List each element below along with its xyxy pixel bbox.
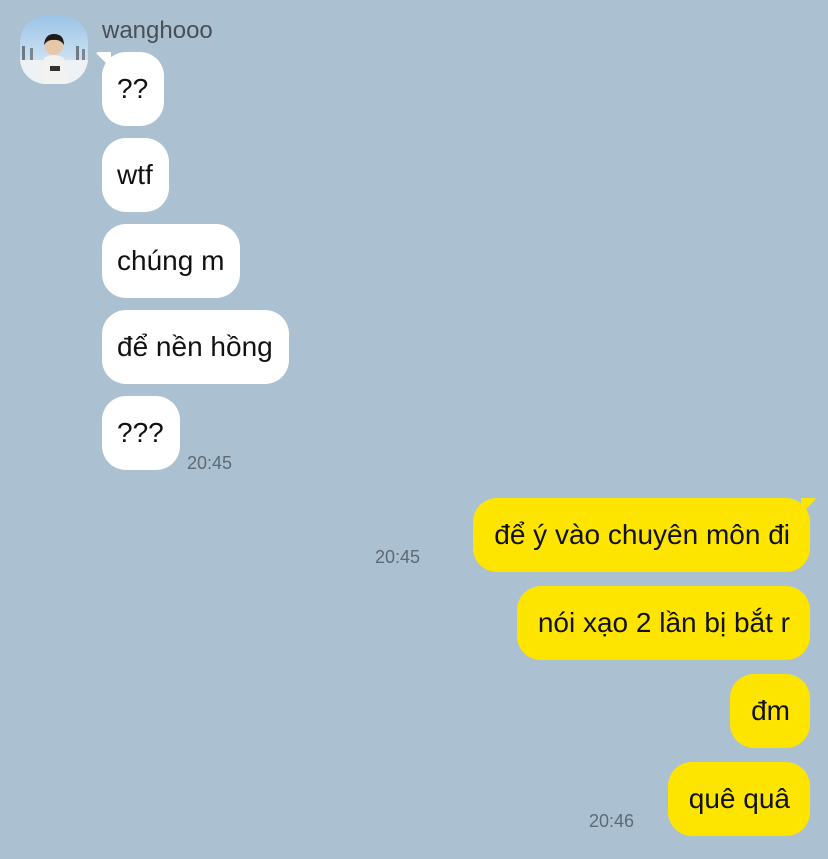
message-timestamp: 20:45 [375,547,421,567]
avatar[interactable] [20,16,88,84]
message-timestamp: 20:46 [589,811,635,831]
outgoing-message[interactable]: nói xạo 2 lần bị bắt r [516,586,810,660]
outgoing-message[interactable]: đm [730,674,810,748]
incoming-message[interactable]: ?? [102,52,165,126]
incoming-message[interactable]: chúng m [102,224,241,298]
sender-name: wanghooo [102,17,213,44]
message-timestamp: 20:45 [187,453,233,473]
incoming-message[interactable]: để nền hồng [102,310,289,384]
profile-photo-icon [20,16,88,84]
incoming-message[interactable]: ??? [102,396,180,470]
incoming-message[interactable]: wtf [102,138,169,212]
outgoing-message[interactable]: quê quâ [667,762,810,836]
outgoing-message[interactable]: để ý vào chuyên môn đi [473,498,810,572]
